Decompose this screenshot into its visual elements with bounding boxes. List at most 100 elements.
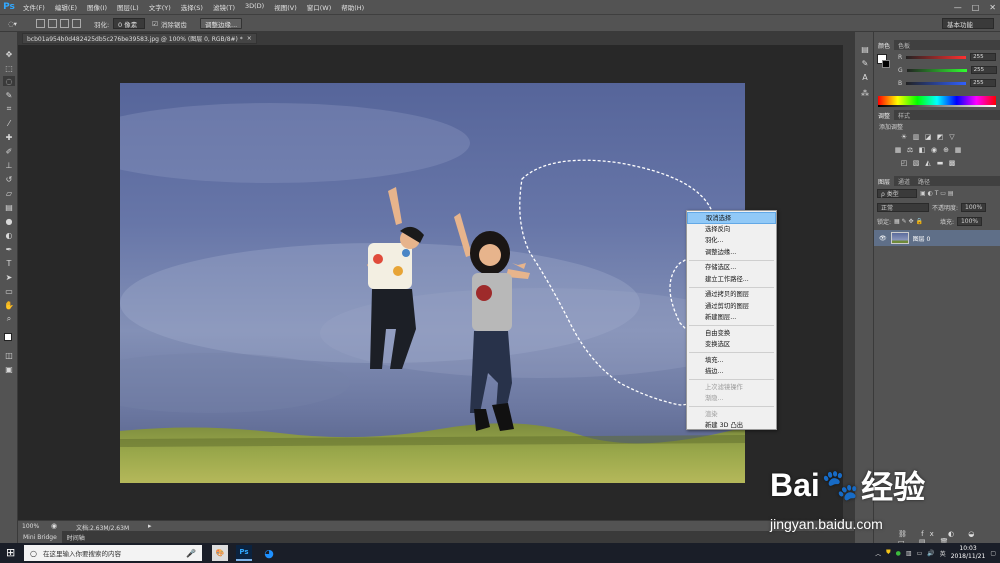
context-menu-item[interactable]: 通过剪切的图层 xyxy=(687,301,776,313)
taskbar-search-box[interactable]: ○ 在这里输入你要搜索的内容 🎤 xyxy=(24,545,202,561)
context-menu-item[interactable]: 存储选区... xyxy=(687,262,776,274)
exposure-icon[interactable]: ◩ xyxy=(936,133,944,141)
hue-saturation-icon[interactable]: ▦ xyxy=(894,146,902,154)
quick-select-tool-icon[interactable]: ✎ xyxy=(3,90,15,100)
menu-6[interactable]: 滤镜(T) xyxy=(208,2,240,12)
screen-mode-icon[interactable]: ▣ xyxy=(3,364,15,374)
antialias-checkbox[interactable]: ☑ xyxy=(152,20,158,28)
document-tab[interactable]: bcb01a954b0d482425db5c276be39583.jpg @ 1… xyxy=(22,33,257,44)
layer-name[interactable]: 图层 0 xyxy=(913,234,931,243)
context-menu-item[interactable]: 取消选择 xyxy=(687,212,776,224)
shape-tool-icon[interactable]: ▭ xyxy=(3,286,15,296)
fill-input[interactable]: 100% xyxy=(956,216,983,226)
channel-slider[interactable] xyxy=(906,81,967,85)
hand-tool-icon[interactable]: ✋ xyxy=(3,300,15,310)
menu-3[interactable]: 图层(L) xyxy=(112,2,144,12)
menu-8[interactable]: 视图(V) xyxy=(269,2,302,12)
move-tool-icon[interactable]: ✥ xyxy=(3,49,15,59)
properties-panel-icon[interactable]: ✎ xyxy=(859,58,871,68)
menu-10[interactable]: 帮助(H) xyxy=(336,2,369,12)
photo-filter-icon[interactable]: ◉ xyxy=(930,146,938,154)
context-menu-item[interactable]: 描边... xyxy=(687,366,776,378)
opacity-input[interactable]: 100% xyxy=(961,202,987,212)
shield-icon[interactable]: ⛊ xyxy=(886,549,891,557)
history-brush-tool-icon[interactable]: ↺ xyxy=(3,174,15,184)
photoshop-app-icon[interactable]: Ps xyxy=(236,545,252,561)
blend-mode-select[interactable]: 正常 xyxy=(877,202,929,212)
document-close-icon[interactable]: × xyxy=(247,35,252,42)
browser-app-icon[interactable]: ◕ xyxy=(261,545,277,561)
healing-brush-tool-icon[interactable]: ✚ xyxy=(3,132,15,142)
path-select-tool-icon[interactable]: ➤ xyxy=(3,272,15,282)
gradient-map-icon[interactable]: ▬ xyxy=(936,159,944,167)
context-menu-item[interactable]: 变换选区 xyxy=(687,339,776,351)
battery-icon[interactable]: ▭ xyxy=(917,550,923,557)
network-icon[interactable]: ▥ xyxy=(906,550,912,557)
character-panel-icon[interactable]: A xyxy=(859,72,871,82)
status-menu-arrow-icon[interactable]: ▸ xyxy=(148,522,152,530)
gradient-tool-icon[interactable]: ▤ xyxy=(3,202,15,212)
visibility-eye-icon[interactable]: 👁 xyxy=(879,235,887,242)
status-options-icon[interactable]: ◉ xyxy=(51,522,57,530)
color-swatches-icon[interactable] xyxy=(3,332,15,346)
posterize-icon[interactable]: ▧ xyxy=(912,159,920,167)
taskbar-clock[interactable]: 10:03 2018/11/21 xyxy=(951,545,986,561)
dodge-tool-icon[interactable]: ◐ xyxy=(3,230,15,240)
notifications-icon[interactable]: ▢ xyxy=(990,550,996,557)
history-panel-icon[interactable]: ▤ xyxy=(859,44,871,54)
tab-paths[interactable]: 路径 xyxy=(914,176,934,186)
menu-1[interactable]: 编辑(E) xyxy=(50,2,82,12)
intersect-selection-icon[interactable] xyxy=(72,19,81,28)
show-hidden-icons-icon[interactable]: ︿ xyxy=(875,549,881,558)
invert-icon[interactable]: ◰ xyxy=(900,159,908,167)
curves-icon[interactable]: ◪ xyxy=(924,133,932,141)
menu-7[interactable]: 3D(D) xyxy=(240,2,269,12)
photo-canvas[interactable] xyxy=(120,83,745,483)
clone-stamp-tool-icon[interactable]: ⊥ xyxy=(3,160,15,170)
add-selection-icon[interactable] xyxy=(48,19,57,28)
zoom-level[interactable]: 100% xyxy=(22,523,39,530)
channel-mixer-icon[interactable]: ⊕ xyxy=(942,146,950,154)
channel-slider[interactable] xyxy=(906,68,967,72)
refine-edge-button[interactable]: 调整边缘... xyxy=(200,18,243,29)
type-tool-icon[interactable]: T xyxy=(3,258,15,268)
background-color-swatch[interactable] xyxy=(882,60,890,68)
menu-9[interactable]: 窗口(W) xyxy=(302,2,337,12)
context-menu-item[interactable]: 填充... xyxy=(687,355,776,367)
eyedropper-tool-icon[interactable]: ⁄ xyxy=(3,118,15,128)
zoom-tool-icon[interactable]: ⌕ xyxy=(3,314,15,324)
context-menu-item[interactable]: 通过拷贝的图层 xyxy=(687,289,776,301)
channel-value-input[interactable]: 255 xyxy=(970,53,997,61)
subtract-selection-icon[interactable] xyxy=(60,19,69,28)
lock-icons[interactable]: ▦ ✎ ✥ 🔒 xyxy=(894,218,923,225)
levels-icon[interactable]: ▥ xyxy=(912,133,920,141)
canvas-vertical-scrollbar[interactable] xyxy=(843,45,854,520)
tab-styles[interactable]: 样式 xyxy=(894,110,914,120)
channel-slider[interactable] xyxy=(906,55,967,59)
brightness-icon[interactable]: ☀ xyxy=(900,133,908,141)
windows-start-icon[interactable]: ⊞ xyxy=(6,547,18,559)
menu-5[interactable]: 选择(S) xyxy=(176,2,208,12)
brush-tool-icon[interactable]: ✐ xyxy=(3,146,15,156)
lasso-tool-icon[interactable]: ◌ xyxy=(3,76,15,86)
microphone-icon[interactable]: 🎤 xyxy=(186,549,196,558)
context-menu-item[interactable]: 调整边缘... xyxy=(687,247,776,259)
minimize-button[interactable]: — xyxy=(954,3,962,12)
close-button[interactable]: ✕ xyxy=(989,3,996,12)
context-menu-item[interactable]: 选择反向 xyxy=(687,224,776,236)
tab-swatches[interactable]: 色板 xyxy=(894,40,914,50)
tab-adjustments[interactable]: 调整 xyxy=(874,110,895,120)
color-spectrum[interactable] xyxy=(878,96,996,105)
paint-app-icon[interactable]: 🎨 xyxy=(212,545,228,561)
marquee-tool-icon[interactable]: ⬚ xyxy=(3,63,15,73)
channel-value-input[interactable]: 255 xyxy=(970,79,997,87)
color-balance-icon[interactable]: ⚖ xyxy=(906,146,914,154)
tab-mini-bridge[interactable]: Mini Bridge xyxy=(18,531,62,543)
eraser-tool-icon[interactable]: ▱ xyxy=(3,188,15,198)
threshold-icon[interactable]: ◭ xyxy=(924,159,932,167)
context-menu-item[interactable]: 新建 3D 凸出 xyxy=(687,420,776,432)
tab-color[interactable]: 颜色 xyxy=(874,40,895,50)
tab-layers[interactable]: 图层 xyxy=(874,176,895,186)
pen-tool-icon[interactable]: ✒ xyxy=(3,244,15,254)
blur-tool-icon[interactable]: ● xyxy=(3,216,15,226)
